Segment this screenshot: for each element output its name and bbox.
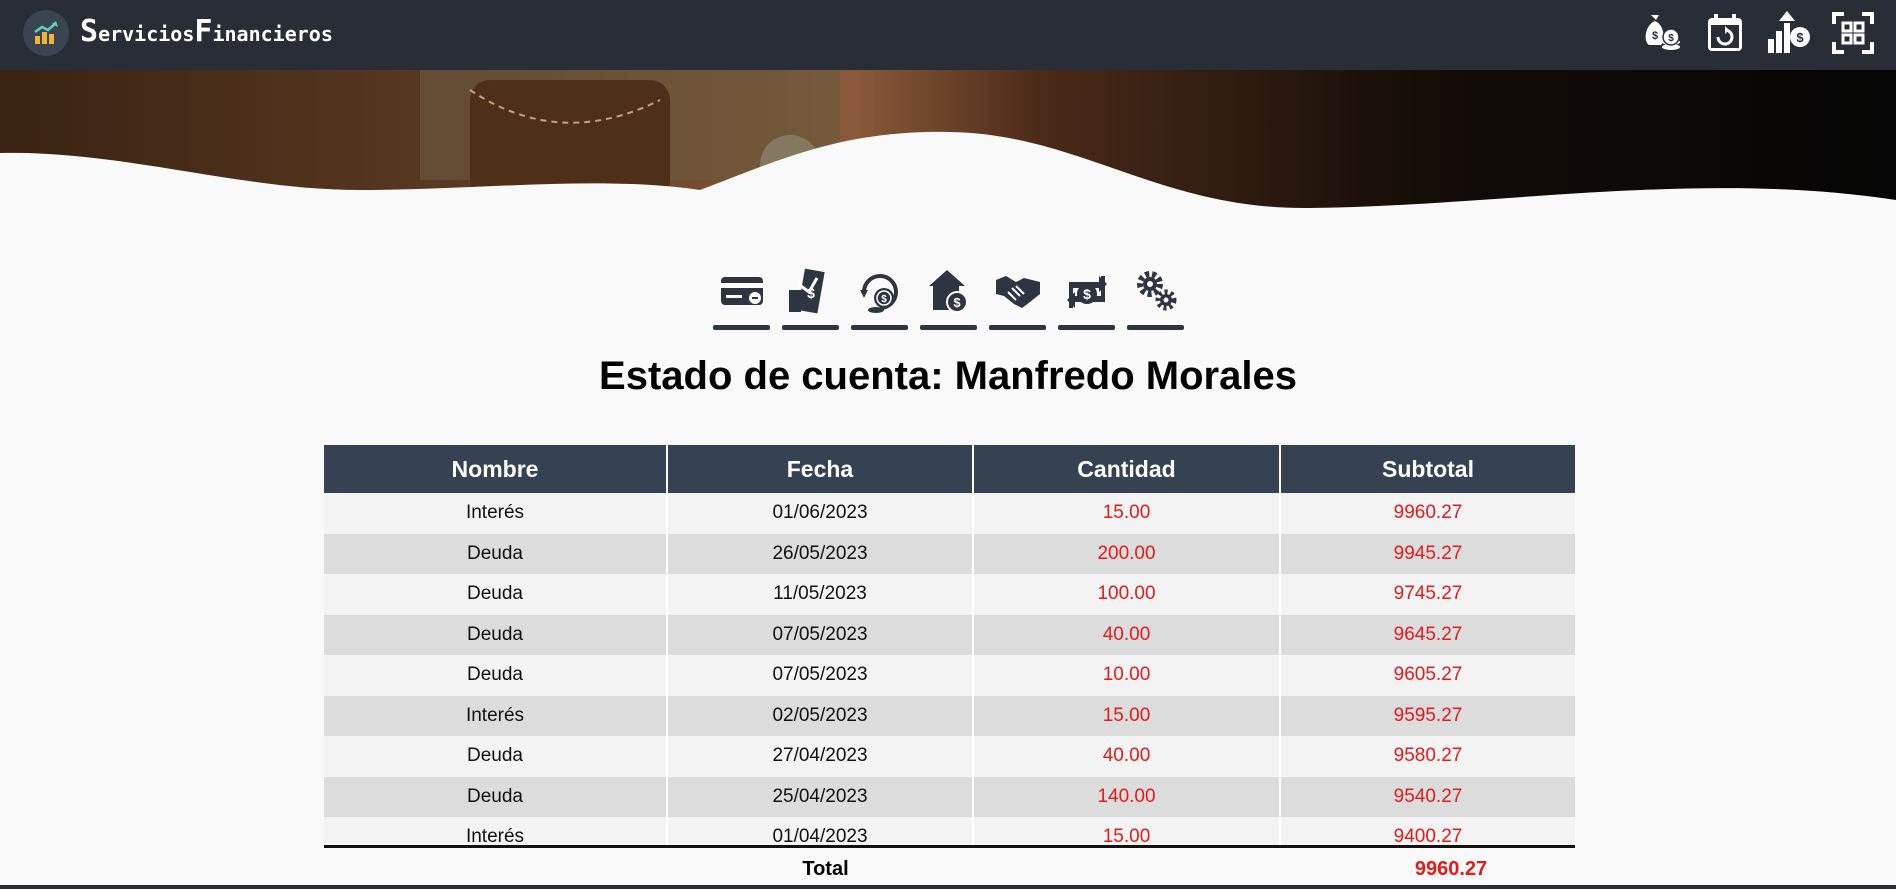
cell-subtotal: 9745.27 [1280, 574, 1575, 615]
total-label: Total [802, 857, 849, 880]
page-title: Estado de cuenta: Manfredo Morales [599, 354, 1297, 398]
cell-nombre: Interés [324, 695, 668, 736]
cell-nombre: Deuda [324, 614, 668, 655]
cell-fecha: 27/04/2023 [667, 736, 974, 777]
svg-text:$: $ [953, 295, 961, 310]
cell-subtotal: 9595.27 [1280, 695, 1575, 736]
brand-name[interactable]: ServiciosFinancieros [80, 14, 333, 49]
cell-cantidad: 40.00 [973, 736, 1281, 777]
credit-card-icon[interactable] [713, 268, 770, 330]
cell-subtotal: 9605.27 [1280, 655, 1575, 696]
action-toolbar: $ $ $ $ [713, 268, 1184, 330]
cell-cantidad: 15.00 [973, 493, 1281, 534]
svg-text:$: $ [1083, 286, 1091, 302]
table-row: Deuda 25/04/2023 140.00 9540.27 [324, 776, 1575, 817]
brand-word-1: ervicios [98, 22, 195, 46]
cell-fecha: 11/05/2023 [667, 574, 974, 615]
cell-fecha: 01/06/2023 [667, 493, 974, 534]
cell-fecha: 02/05/2023 [667, 695, 974, 736]
action-underline [989, 325, 1046, 330]
money-transfer-icon[interactable]: $ [782, 268, 839, 330]
svg-text:$: $ [807, 285, 815, 301]
svg-text:$: $ [1652, 30, 1658, 42]
growth-dollar-icon[interactable]: $ [1766, 10, 1812, 56]
table-row: Interés 02/05/2023 15.00 9595.27 [324, 695, 1575, 736]
cell-fecha: 07/05/2023 [667, 655, 974, 696]
cell-cantidad: 40.00 [973, 614, 1281, 655]
cell-subtotal: 9960.27 [1280, 493, 1575, 534]
table-row: Deuda 07/05/2023 40.00 9645.27 [324, 614, 1575, 655]
cell-fecha: 25/04/2023 [667, 776, 974, 817]
calendar-refresh-icon[interactable] [1702, 10, 1748, 56]
table-row: Deuda 27/04/2023 40.00 9580.27 [324, 736, 1575, 777]
cell-nombre: Deuda [324, 776, 668, 817]
total-value: 9960.27 [1414, 857, 1488, 880]
action-underline [782, 325, 839, 330]
table-row: Interés 01/06/2023 15.00 9960.27 [324, 493, 1575, 534]
money-bag-coins-icon[interactable]: $ $ [1638, 10, 1684, 56]
cell-subtotal: 9945.27 [1280, 533, 1575, 574]
cell-cantidad: 100.00 [973, 574, 1281, 615]
bottom-border [0, 885, 1896, 889]
cell-cantidad: 10.00 [973, 655, 1281, 696]
svg-text:$: $ [1668, 33, 1674, 44]
table-row: Deuda 26/05/2023 200.00 9945.27 [324, 533, 1575, 574]
cell-cantidad: 15.00 [973, 817, 1281, 845]
svg-text:$: $ [881, 294, 887, 305]
statement-table: Nombre Fecha Cantidad Subtotal Interés 01… [324, 445, 1575, 890]
logo-chart-icon[interactable] [23, 10, 69, 56]
column-header-cantidad[interactable]: Cantidad [973, 445, 1281, 493]
svg-text:$: $ [1796, 30, 1804, 45]
cell-nombre: Deuda [324, 574, 668, 615]
cell-nombre: Deuda [324, 655, 668, 696]
action-underline [1058, 325, 1115, 330]
cell-nombre: Deuda [324, 533, 668, 574]
brand-initial-s: S [80, 14, 99, 49]
column-header-subtotal[interactable]: Subtotal [1280, 445, 1575, 493]
settings-gears-icon[interactable] [1127, 268, 1184, 330]
table-row: Deuda 11/05/2023 100.00 9745.27 [324, 574, 1575, 615]
cell-nombre: Interés [324, 817, 668, 845]
hero-banner [0, 70, 1896, 250]
cell-nombre: Interés [324, 493, 668, 534]
column-header-fecha[interactable]: Fecha [667, 445, 974, 493]
action-underline [1127, 325, 1184, 330]
brand-word-2: inancieros [212, 22, 333, 46]
coin-refresh-icon[interactable]: $ [851, 268, 908, 330]
scan-icon[interactable] [1830, 10, 1876, 56]
table-total-row: Total 9960.27 [324, 845, 1575, 890]
cell-subtotal: 9580.27 [1280, 736, 1575, 777]
action-underline [851, 325, 908, 330]
cell-subtotal: 9540.27 [1280, 776, 1575, 817]
action-underline [713, 325, 770, 330]
nav-icon-group: $ $ $ [1638, 10, 1876, 56]
column-header-nombre[interactable]: Nombre [324, 445, 668, 493]
cell-cantidad: 200.00 [973, 533, 1281, 574]
action-underline [920, 325, 977, 330]
table-header-row: Nombre Fecha Cantidad Subtotal [324, 445, 1575, 493]
cell-cantidad: 140.00 [973, 776, 1281, 817]
handshake-icon[interactable] [989, 268, 1046, 330]
home-dollar-icon[interactable]: $ [920, 268, 977, 330]
table-body-scroll[interactable]: Interés 01/06/2023 15.00 9960.27 Deuda 26/05… [324, 493, 1575, 845]
cell-subtotal: 9645.27 [1280, 614, 1575, 655]
cell-subtotal: 9400.27 [1280, 817, 1575, 845]
cell-cantidad: 15.00 [973, 695, 1281, 736]
brand-initial-f: F [194, 14, 213, 49]
cell-fecha: 07/05/2023 [667, 614, 974, 655]
table-row: Deuda 07/05/2023 10.00 9605.27 [324, 655, 1575, 696]
cell-fecha: 26/05/2023 [667, 533, 974, 574]
top-navbar: ServiciosFinancieros $ $ $ [0, 0, 1896, 70]
dollar-exchange-icon[interactable]: $ [1058, 268, 1115, 330]
cell-nombre: Deuda [324, 736, 668, 777]
cell-fecha: 01/04/2023 [667, 817, 974, 845]
table-row: Interés 01/04/2023 15.00 9400.27 [324, 817, 1575, 845]
